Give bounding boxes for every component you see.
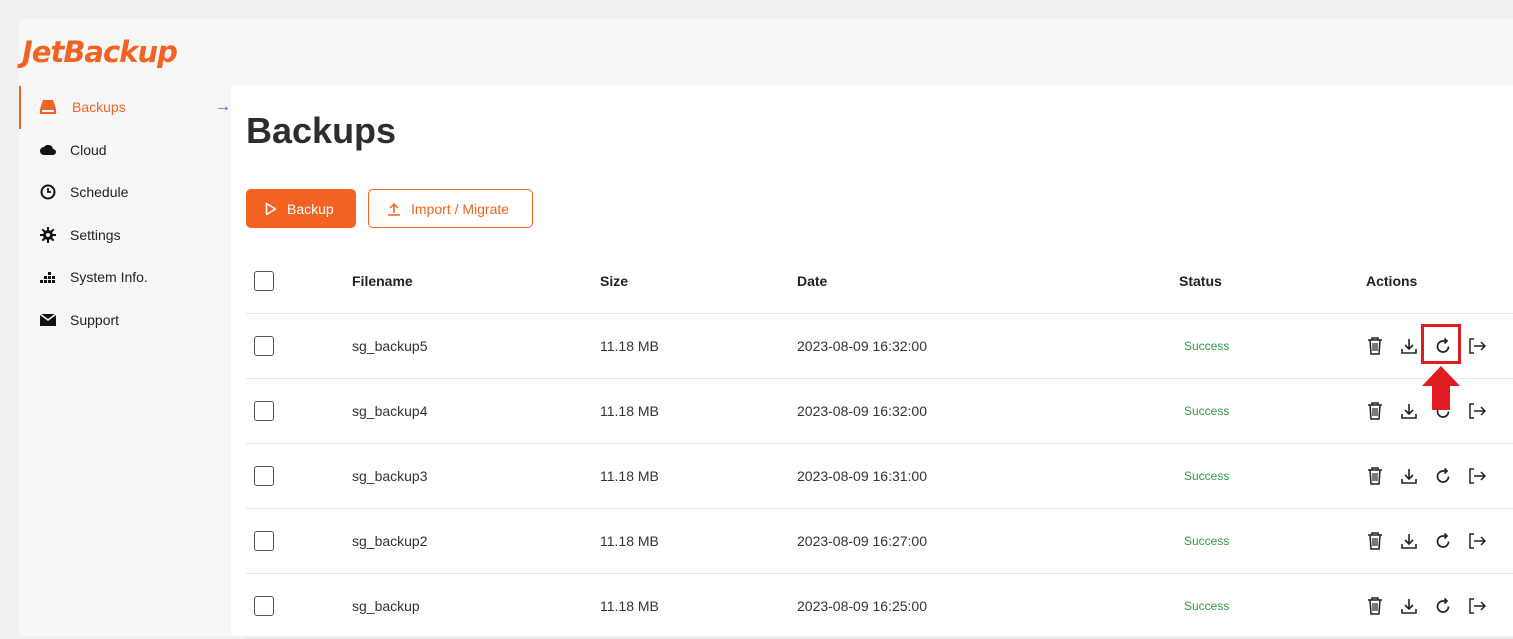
sidebar-item-label: Cloud xyxy=(70,141,107,158)
row-filename: sg_backup xyxy=(352,598,420,614)
header-size[interactable]: Size xyxy=(600,273,628,289)
row-status: Success xyxy=(1184,469,1230,483)
backup-button-label: Backup xyxy=(287,200,334,217)
download-icon[interactable] xyxy=(1398,335,1420,357)
row-size: 11.18 MB xyxy=(600,338,659,354)
migrate-icon[interactable] xyxy=(1466,530,1488,552)
row-date: 2023-08-09 16:31:00 xyxy=(797,468,927,484)
table-row: sg_backup4 11.18 MB 2023-08-09 16:32:00 … xyxy=(246,379,1513,444)
row-filename: sg_backup5 xyxy=(352,338,428,354)
page-title: Backups xyxy=(246,110,397,151)
row-status: Success xyxy=(1184,404,1230,418)
upload-icon xyxy=(387,202,401,216)
download-icon[interactable] xyxy=(1398,530,1420,552)
header-date[interactable]: Date xyxy=(797,273,827,289)
restore-icon[interactable] xyxy=(1432,595,1454,617)
red-arrow-pointer-icon xyxy=(1422,366,1460,410)
delete-icon[interactable] xyxy=(1364,530,1386,552)
table-row: sg_backup 11.18 MB 2023-08-09 16:25:00 S… xyxy=(246,574,1513,639)
row-checkbox[interactable] xyxy=(254,401,274,421)
delete-icon[interactable] xyxy=(1364,595,1386,617)
cloud-icon xyxy=(39,141,57,159)
import-migrate-button[interactable]: Import / Migrate xyxy=(368,189,533,228)
table-header-row: Filename Size Date Status Actions xyxy=(246,248,1513,314)
row-date: 2023-08-09 16:25:00 xyxy=(797,598,927,614)
row-filename: sg_backup4 xyxy=(352,403,428,419)
sidebar-item-cloud[interactable]: Cloud xyxy=(19,129,231,172)
import-migrate-button-label: Import / Migrate xyxy=(411,200,510,217)
row-date: 2023-08-09 16:32:00 xyxy=(797,338,927,354)
sidebar-item-label: Settings xyxy=(70,226,121,243)
migrate-icon[interactable] xyxy=(1466,400,1488,422)
row-actions xyxy=(1364,595,1500,617)
sidebar-item-backups[interactable]: Backups → xyxy=(19,86,231,129)
sidebar-item-schedule[interactable]: Schedule xyxy=(19,171,231,214)
table-row: sg_backup3 11.18 MB 2023-08-09 16:31:00 … xyxy=(246,444,1513,509)
row-checkbox[interactable] xyxy=(254,531,274,551)
migrate-icon[interactable] xyxy=(1466,465,1488,487)
clock-icon xyxy=(39,183,57,201)
app-frame: JetBackup Backups → Cloud Schedule Setti… xyxy=(19,19,1513,639)
row-date: 2023-08-09 16:32:00 xyxy=(797,403,927,419)
gear-icon xyxy=(39,226,57,244)
restore-icon[interactable] xyxy=(1432,530,1454,552)
migrate-icon[interactable] xyxy=(1466,595,1488,617)
row-actions xyxy=(1364,465,1500,487)
migrate-icon[interactable] xyxy=(1466,335,1488,357)
backups-table: Filename Size Date Status Actions sg_bac… xyxy=(246,248,1513,639)
sidebar-item-support[interactable]: Support xyxy=(19,299,231,342)
table-row: sg_backup5 11.18 MB 2023-08-09 16:32:00 … xyxy=(246,314,1513,410)
row-status: Success xyxy=(1184,599,1230,613)
header-filename[interactable]: Filename xyxy=(352,273,413,289)
sidebar: Backups → Cloud Schedule Settings System… xyxy=(19,86,231,341)
sidebar-item-label: System Info. xyxy=(70,269,148,286)
row-size: 11.18 MB xyxy=(600,533,659,549)
row-status: Success xyxy=(1184,534,1230,548)
download-icon[interactable] xyxy=(1398,400,1420,422)
sidebar-item-label: Schedule xyxy=(70,184,129,201)
play-icon xyxy=(265,202,277,216)
sidebar-item-system-info[interactable]: System Info. xyxy=(19,256,231,299)
row-filename: sg_backup3 xyxy=(352,468,428,484)
row-actions xyxy=(1364,530,1500,552)
sidebar-item-label: Backups xyxy=(72,99,126,116)
jetbackup-logo: JetBackup xyxy=(22,35,178,69)
main-panel: Backups Backup Import / Migrate Filename… xyxy=(231,86,1513,639)
download-icon[interactable] xyxy=(1398,595,1420,617)
download-icon[interactable] xyxy=(1398,465,1420,487)
bars-icon xyxy=(39,268,57,286)
active-arrow-icon: → xyxy=(215,98,231,116)
restore-icon[interactable] xyxy=(1432,465,1454,487)
header-actions: Actions xyxy=(1366,272,1418,289)
row-checkbox[interactable] xyxy=(254,336,274,356)
delete-icon[interactable] xyxy=(1364,335,1386,357)
drive-icon xyxy=(39,98,57,116)
backup-button[interactable]: Backup xyxy=(246,189,356,228)
row-size: 11.18 MB xyxy=(600,403,659,419)
row-checkbox[interactable] xyxy=(254,596,274,616)
row-filename: sg_backup2 xyxy=(352,533,428,549)
delete-icon[interactable] xyxy=(1364,465,1386,487)
delete-icon[interactable] xyxy=(1364,400,1386,422)
header-status[interactable]: Status xyxy=(1179,273,1222,289)
sidebar-item-settings[interactable]: Settings xyxy=(19,214,231,257)
table-row: sg_backup2 11.18 MB 2023-08-09 16:27:00 … xyxy=(246,509,1513,574)
select-all-checkbox[interactable] xyxy=(254,270,274,291)
row-size: 11.18 MB xyxy=(600,468,659,484)
sidebar-item-label: Support xyxy=(70,311,120,328)
envelope-icon xyxy=(39,311,57,329)
row-status: Success xyxy=(1184,339,1230,353)
row-checkbox[interactable] xyxy=(254,466,274,486)
row-size: 11.18 MB xyxy=(600,598,659,614)
restore-highlight-box xyxy=(1421,324,1461,364)
row-date: 2023-08-09 16:27:00 xyxy=(797,533,927,549)
